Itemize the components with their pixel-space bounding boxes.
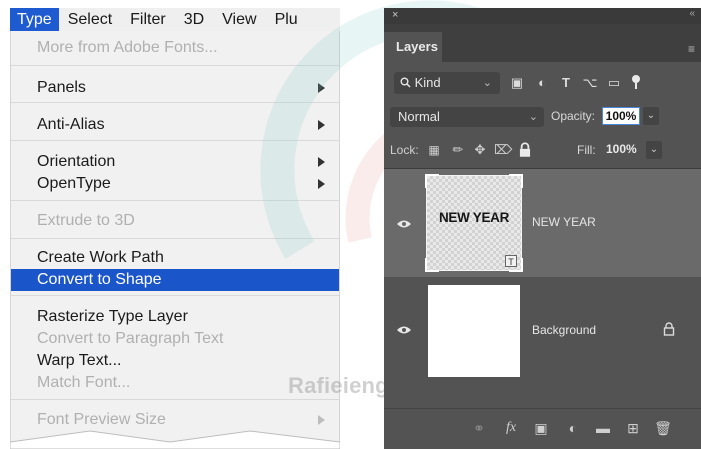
new-layer-icon[interactable]: ⊞ bbox=[624, 419, 642, 437]
submenu-arrow-icon bbox=[318, 83, 325, 93]
menu-3d[interactable]: 3D bbox=[175, 8, 213, 31]
chevron-down-icon[interactable]: ⌄ bbox=[643, 107, 659, 125]
layer-thumbnail-type: NEW YEAR T bbox=[425, 174, 523, 272]
kind-label: Kind bbox=[414, 75, 441, 90]
lock-row: Lock: ▦ ✏ ✥ ⌦ Fill: 100% ⌄ bbox=[384, 138, 701, 164]
chevron-down-icon: ⌄ bbox=[528, 111, 538, 123]
menu-item-anti-alias[interactable]: Anti-Alias bbox=[11, 114, 339, 136]
eye-icon[interactable] bbox=[396, 325, 412, 335]
menu-select[interactable]: Select bbox=[59, 8, 121, 31]
search-icon bbox=[400, 77, 411, 88]
fill-input[interactable]: 100% bbox=[606, 142, 637, 156]
lock-pixels-icon[interactable]: ✏ bbox=[450, 141, 466, 159]
menu-item-create-work-path[interactable]: Create Work Path bbox=[11, 247, 339, 269]
submenu-arrow-icon bbox=[318, 179, 325, 189]
menu-item-label: OpenType bbox=[37, 175, 111, 192]
filter-row: Kind ⌄ ▣ ◐ T ⌥ ▭ bbox=[384, 68, 701, 100]
menu-item-label: Font Preview Size bbox=[37, 411, 166, 428]
collapse-icon[interactable]: « bbox=[689, 8, 695, 19]
menu-item-label: Anti-Alias bbox=[37, 116, 105, 133]
filter-toggle-icon[interactable] bbox=[627, 74, 645, 92]
layers-panel: × « Layers ≡ Kind ⌄ ▣ ◐ T ⌥ ▭ Normal ⌄ O… bbox=[384, 8, 701, 449]
layer-thumbnail-background bbox=[428, 285, 520, 377]
layers-bottom-bar: ⚭ fx ▣ ◐ ▬ ⊞ 🗑 bbox=[384, 408, 701, 449]
menu-item-label: Orientation bbox=[37, 153, 116, 170]
adjustment-layer-icon[interactable]: ◐ bbox=[564, 419, 582, 437]
submenu-arrow-icon bbox=[318, 157, 325, 167]
submenu-arrow-icon bbox=[318, 120, 325, 130]
eye-icon[interactable] bbox=[396, 219, 412, 229]
fill-label: Fill: bbox=[577, 143, 596, 157]
menu-separator bbox=[11, 200, 339, 201]
menu-item-extrude-3d: Extrude to 3D bbox=[37, 212, 135, 229]
smart-object-filter-icon[interactable]: ▭ bbox=[605, 74, 623, 92]
menu-separator bbox=[11, 140, 339, 141]
menu-item-rasterize[interactable]: Rasterize Type Layer bbox=[11, 306, 339, 328]
shape-filter-icon[interactable]: ⌥ bbox=[581, 74, 599, 92]
layer-row-background[interactable]: Background bbox=[384, 279, 701, 389]
menu-item-more-fonts: More from Adobe Fonts... bbox=[37, 39, 218, 56]
layer-row-new-year[interactable]: NEW YEAR T NEW YEAR bbox=[384, 169, 701, 277]
panel-tab-row: Layers ≡ bbox=[384, 24, 701, 62]
thumbnail-text: NEW YEAR bbox=[438, 210, 510, 225]
blend-mode-value: Normal bbox=[398, 109, 440, 124]
opacity-label: Opacity: bbox=[551, 109, 596, 123]
type-layer-badge-icon: T bbox=[505, 255, 517, 267]
menu-plugins[interactable]: Plu bbox=[266, 8, 307, 31]
menu-item-convert-paragraph: Convert to Paragraph Text bbox=[37, 330, 224, 347]
menu-item-opentype[interactable]: OpenType bbox=[11, 173, 339, 195]
menu-item-orientation[interactable]: Orientation bbox=[11, 151, 339, 173]
blend-mode-select[interactable]: Normal ⌄ bbox=[390, 107, 544, 127]
torn-edge-decoration bbox=[10, 430, 340, 449]
menu-separator bbox=[11, 102, 339, 103]
layer-name[interactable]: NEW YEAR bbox=[532, 215, 596, 229]
pixel-filter-icon[interactable]: ▣ bbox=[508, 74, 526, 92]
mask-icon[interactable]: ▣ bbox=[532, 419, 550, 437]
lock-all-icon[interactable] bbox=[517, 141, 533, 159]
group-folder-icon[interactable]: ▬ bbox=[594, 419, 612, 437]
blend-row: Normal ⌄ Opacity: 100% ⌄ bbox=[384, 105, 701, 131]
adjustment-filter-icon[interactable]: ◐ bbox=[533, 74, 551, 92]
lock-transparent-icon[interactable]: ▦ bbox=[426, 141, 442, 159]
close-icon[interactable]: × bbox=[392, 9, 398, 21]
menu-item-warp-text[interactable]: Warp Text... bbox=[11, 350, 339, 372]
menu-separator bbox=[11, 295, 339, 296]
menu-view[interactable]: View bbox=[213, 8, 265, 31]
layers-list: NEW YEAR T NEW YEAR Background bbox=[384, 168, 701, 396]
tab-layers[interactable]: Layers bbox=[384, 32, 442, 62]
panel-title-bar: × « bbox=[384, 8, 701, 24]
menu-item-convert-to-shape[interactable]: Convert to Shape bbox=[11, 269, 339, 291]
opacity-input[interactable]: 100% bbox=[602, 107, 640, 125]
menu-filter[interactable]: Filter bbox=[121, 8, 175, 31]
menu-item-font-preview-size: Font Preview Size bbox=[11, 409, 339, 431]
type-filter-icon[interactable]: T bbox=[557, 74, 575, 92]
link-layers-icon[interactable]: ⚭ bbox=[470, 419, 488, 437]
menu-separator bbox=[11, 399, 339, 400]
lock-artboard-icon[interactable]: ⌦ bbox=[494, 141, 512, 159]
menu-separator bbox=[11, 65, 339, 66]
submenu-arrow-icon bbox=[318, 415, 325, 425]
trash-icon[interactable]: 🗑 bbox=[654, 419, 672, 437]
kind-filter-select[interactable]: Kind ⌄ bbox=[394, 72, 500, 94]
lock-icon bbox=[663, 322, 675, 336]
panel-menu-icon[interactable]: ≡ bbox=[688, 42, 695, 56]
fx-icon[interactable]: fx bbox=[502, 419, 520, 437]
menu-bar: Type Select Filter 3D View Plu bbox=[10, 8, 340, 32]
lock-label: Lock: bbox=[390, 143, 419, 157]
menu-item-panels[interactable]: Panels bbox=[11, 77, 339, 99]
menu-separator bbox=[11, 238, 339, 239]
lock-position-icon[interactable]: ✥ bbox=[472, 141, 488, 159]
layer-name[interactable]: Background bbox=[532, 323, 596, 337]
menu-type[interactable]: Type bbox=[10, 8, 59, 31]
chevron-down-icon: ⌄ bbox=[482, 77, 492, 89]
menu-item-label: Panels bbox=[37, 79, 86, 96]
chevron-down-icon[interactable]: ⌄ bbox=[646, 141, 662, 159]
